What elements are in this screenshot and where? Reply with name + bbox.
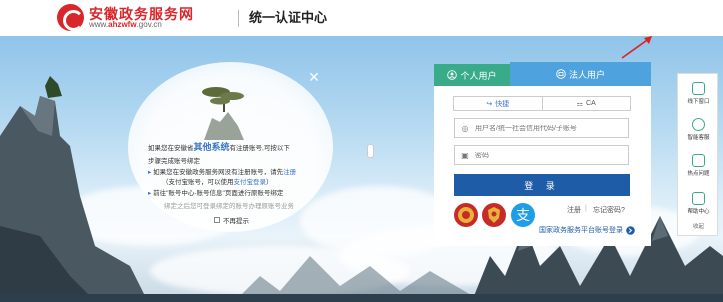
password-input[interactable] [475, 151, 625, 159]
site-url: www.ahzwfw.gov.cn [89, 20, 162, 29]
close-icon[interactable]: ✕ [307, 70, 321, 84]
arrow-right-circle-icon [626, 225, 635, 235]
quick-login-icon: ↪ [486, 100, 493, 108]
site-logo-icon[interactable] [57, 4, 84, 31]
scroll-handle[interactable] [367, 144, 374, 158]
window-icon [692, 81, 705, 95]
password-field[interactable]: ▣ [454, 145, 629, 165]
no-remind-checkbox[interactable]: 不再提示 [214, 215, 249, 225]
tab-legal-user[interactable]: 法人用户 [510, 62, 651, 86]
tab-quick-login[interactable]: ↪ 快捷 [454, 97, 543, 110]
sidebar-item-offline-window[interactable]: 线下窗口 [678, 78, 719, 108]
headset-icon [692, 117, 705, 131]
notice-line-2: 步骤完成账号绑定 [148, 158, 200, 165]
help-icon [692, 191, 705, 205]
footer-bar [0, 294, 723, 302]
username-field[interactable]: ◎ [454, 118, 629, 138]
checkbox-box[interactable] [214, 217, 220, 223]
page-title: 统一认证中心 [249, 10, 328, 25]
user-icon [447, 70, 458, 80]
question-icon [692, 153, 705, 167]
notice-highlight: 其他系统 [193, 142, 230, 152]
sidebar-item-smart-service[interactable]: 智能客服 [678, 114, 719, 144]
pine-tree-icon [202, 87, 244, 140]
lock-icon: ▣ [461, 150, 469, 160]
user-icon: ◎ [461, 123, 469, 133]
right-sidebar: 线下窗口 智能客服 热点问题 帮助中心 收起 [677, 73, 718, 236]
tab-personal-user[interactable]: 个人用户 [434, 64, 510, 86]
sidebar-item-help-center[interactable]: 帮助中心 [678, 188, 719, 218]
forgot-password-link[interactable]: 忘记密码? [593, 205, 625, 215]
red-arrow-annotation-icon [621, 36, 652, 59]
notice-line-1: 如果您在安徽省其他系统有注册账号,可按以下 [148, 142, 290, 153]
sidebar-collapse-button[interactable]: 收起 [678, 222, 719, 230]
national-platform-login-link[interactable]: 国家政务服务平台账号登录 [539, 225, 635, 235]
notice-register-link[interactable]: 注册 [283, 169, 296, 176]
tab-ca-login[interactable]: ⚏ CA [543, 97, 631, 110]
emblem-login-icon[interactable] [454, 203, 478, 227]
login-button[interactable]: 登 录 [454, 174, 630, 196]
sidebar-item-hot-questions[interactable]: 热点问题 [678, 150, 719, 180]
notice-line-5: ▸ 前往"账号中心-账号信息"页面进行原账号绑定 [148, 190, 284, 197]
link-divider: | [585, 205, 587, 212]
notice-line-3: ▸ 如果您在安徽政务服务网没有注册账号，请先注册 [148, 169, 297, 176]
police-badge-icon[interactable] [482, 203, 506, 227]
notice-line-6: 绑定之后您可登录绑定的账号办理原账号业务 [164, 203, 294, 210]
register-link[interactable]: 注册 [567, 205, 581, 215]
login-mode-tabs: ↪ 快捷 ⚏ CA [453, 96, 631, 111]
ca-icon: ⚏ [576, 100, 584, 108]
notice-line-4: （支付宝账号，可以使用支付宝登录） [162, 179, 273, 186]
alipay-icon[interactable]: 支 [511, 203, 535, 227]
business-icon [556, 69, 566, 79]
no-remind-label: 不再提示 [223, 218, 249, 225]
header-divider [238, 10, 239, 27]
site-header: 安徽政务服务网 www.ahzwfw.gov.cn 统一认证中心 [0, 0, 723, 36]
notice-alipay-link[interactable]: 支付宝登录 [234, 179, 267, 186]
username-input[interactable] [475, 124, 625, 132]
svg-text:支: 支 [516, 208, 530, 224]
